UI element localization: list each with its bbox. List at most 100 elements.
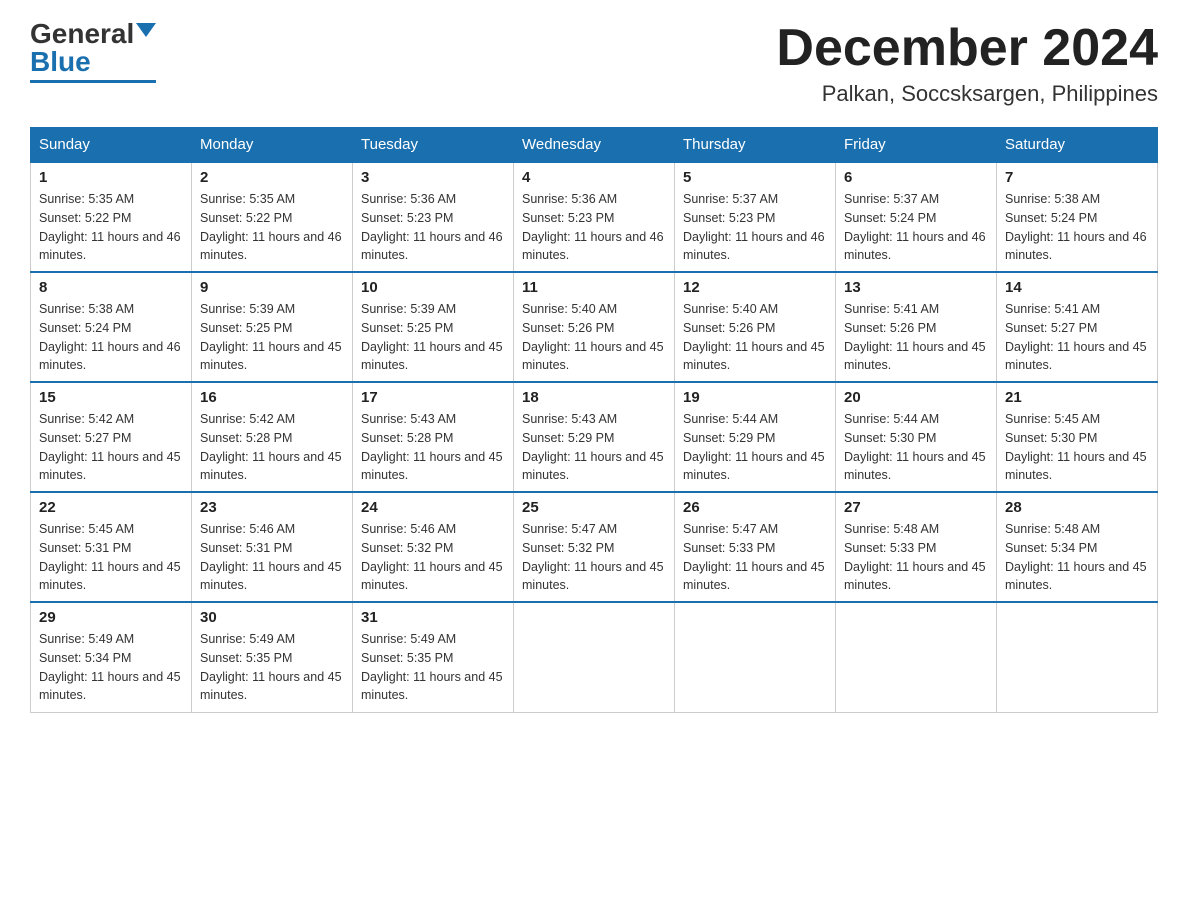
month-title: December 2024 (776, 20, 1158, 77)
week-row-1: 1 Sunrise: 5:35 AMSunset: 5:22 PMDaylight… (31, 162, 1158, 272)
calendar-cell: 6 Sunrise: 5:37 AMSunset: 5:24 PMDaylight… (836, 162, 997, 272)
calendar-cell: 21 Sunrise: 5:45 AMSunset: 5:30 PMDayligh… (997, 382, 1158, 492)
header-wednesday: Wednesday (514, 128, 675, 163)
header-sunday: Sunday (31, 128, 192, 163)
day-number: 23 (200, 499, 344, 516)
day-info: Sunrise: 5:42 AMSunset: 5:28 PMDaylight:… (200, 410, 344, 485)
day-number: 26 (683, 499, 827, 516)
calendar-cell (675, 602, 836, 712)
calendar-cell: 11Sunrise: 5:40 AMSunset: 5:26 PMDayligh… (514, 272, 675, 382)
calendar-cell: 9 Sunrise: 5:39 AMSunset: 5:25 PMDaylight… (192, 272, 353, 382)
logo-general-text: General (30, 20, 134, 48)
day-info: Sunrise: 5:38 AMSunset: 5:24 PMDaylight:… (39, 300, 183, 375)
calendar-cell: 12Sunrise: 5:40 AMSunset: 5:26 PMDayligh… (675, 272, 836, 382)
calendar-cell: 25Sunrise: 5:47 AMSunset: 5:32 PMDayligh… (514, 492, 675, 602)
logo-triangle-icon (136, 23, 156, 37)
calendar-cell: 18 Sunrise: 5:43 AMSunset: 5:29 PMDayligh… (514, 382, 675, 492)
day-info: Sunrise: 5:47 AMSunset: 5:32 PMDaylight:… (522, 520, 666, 595)
location-title: Palkan, Soccsksargen, Philippines (776, 81, 1158, 107)
calendar-cell: 17 Sunrise: 5:43 AMSunset: 5:28 PMDayligh… (353, 382, 514, 492)
day-number: 6 (844, 169, 988, 186)
day-number: 19 (683, 389, 827, 406)
calendar-cell: 20Sunrise: 5:44 AMSunset: 5:30 PMDayligh… (836, 382, 997, 492)
day-info: Sunrise: 5:36 AMSunset: 5:23 PMDaylight:… (522, 190, 666, 265)
calendar-cell: 24 Sunrise: 5:46 AMSunset: 5:32 PMDayligh… (353, 492, 514, 602)
day-number: 18 (522, 389, 666, 406)
day-info: Sunrise: 5:36 AMSunset: 5:23 PMDaylight:… (361, 190, 505, 265)
header-friday: Friday (836, 128, 997, 163)
day-number: 8 (39, 279, 183, 296)
day-info: Sunrise: 5:39 AMSunset: 5:25 PMDaylight:… (361, 300, 505, 375)
header-tuesday: Tuesday (353, 128, 514, 163)
calendar-cell: 16Sunrise: 5:42 AMSunset: 5:28 PMDayligh… (192, 382, 353, 492)
day-number: 10 (361, 279, 505, 296)
day-info: Sunrise: 5:45 AMSunset: 5:30 PMDaylight:… (1005, 410, 1149, 485)
calendar-cell: 14 Sunrise: 5:41 AMSunset: 5:27 PMDayligh… (997, 272, 1158, 382)
day-number: 9 (200, 279, 344, 296)
calendar-cell: 1 Sunrise: 5:35 AMSunset: 5:22 PMDaylight… (31, 162, 192, 272)
day-number: 1 (39, 169, 183, 186)
title-block: December 2024 Palkan, Soccsksargen, Phil… (776, 20, 1158, 107)
day-number: 15 (39, 389, 183, 406)
week-row-3: 15 Sunrise: 5:42 AMSunset: 5:27 PMDayligh… (31, 382, 1158, 492)
day-number: 30 (200, 609, 344, 626)
week-row-5: 29Sunrise: 5:49 AMSunset: 5:34 PMDayligh… (31, 602, 1158, 712)
calendar-cell: 7 Sunrise: 5:38 AMSunset: 5:24 PMDaylight… (997, 162, 1158, 272)
calendar-cell: 31Sunrise: 5:49 AMSunset: 5:35 PMDayligh… (353, 602, 514, 712)
calendar-cell: 30 Sunrise: 5:49 AMSunset: 5:35 PMDayligh… (192, 602, 353, 712)
calendar-cell: 23 Sunrise: 5:46 AMSunset: 5:31 PMDayligh… (192, 492, 353, 602)
day-number: 7 (1005, 169, 1149, 186)
day-number: 14 (1005, 279, 1149, 296)
day-info: Sunrise: 5:35 AMSunset: 5:22 PMDaylight:… (200, 190, 344, 265)
day-number: 20 (844, 389, 988, 406)
calendar-cell (836, 602, 997, 712)
day-info: Sunrise: 5:43 AMSunset: 5:28 PMDaylight:… (361, 410, 505, 485)
day-info: Sunrise: 5:45 AMSunset: 5:31 PMDaylight:… (39, 520, 183, 595)
day-info: Sunrise: 5:42 AMSunset: 5:27 PMDaylight:… (39, 410, 183, 485)
day-info: Sunrise: 5:40 AMSunset: 5:26 PMDaylight:… (522, 300, 666, 375)
calendar-cell: 10 Sunrise: 5:39 AMSunset: 5:25 PMDayligh… (353, 272, 514, 382)
logo: General Blue (30, 20, 156, 83)
header-monday: Monday (192, 128, 353, 163)
header-saturday: Saturday (997, 128, 1158, 163)
calendar-cell: 13Sunrise: 5:41 AMSunset: 5:26 PMDayligh… (836, 272, 997, 382)
calendar-cell: 8 Sunrise: 5:38 AMSunset: 5:24 PMDaylight… (31, 272, 192, 382)
calendar-cell: 22 Sunrise: 5:45 AMSunset: 5:31 PMDayligh… (31, 492, 192, 602)
logo-underline (30, 80, 156, 83)
calendar-table: SundayMondayTuesdayWednesdayThursdayFrid… (30, 127, 1158, 713)
day-number: 4 (522, 169, 666, 186)
calendar-cell: 3 Sunrise: 5:36 AMSunset: 5:23 PMDaylight… (353, 162, 514, 272)
day-info: Sunrise: 5:41 AMSunset: 5:27 PMDaylight:… (1005, 300, 1149, 375)
day-info: Sunrise: 5:46 AMSunset: 5:31 PMDaylight:… (200, 520, 344, 595)
day-number: 5 (683, 169, 827, 186)
day-info: Sunrise: 5:49 AMSunset: 5:35 PMDaylight:… (200, 630, 344, 705)
day-number: 22 (39, 499, 183, 516)
day-info: Sunrise: 5:35 AMSunset: 5:22 PMDaylight:… (39, 190, 183, 265)
calendar-cell: 29Sunrise: 5:49 AMSunset: 5:34 PMDayligh… (31, 602, 192, 712)
calendar-cell: 2 Sunrise: 5:35 AMSunset: 5:22 PMDaylight… (192, 162, 353, 272)
calendar-cell: 15 Sunrise: 5:42 AMSunset: 5:27 PMDayligh… (31, 382, 192, 492)
calendar-cell (997, 602, 1158, 712)
calendar-cell: 5Sunrise: 5:37 AMSunset: 5:23 PMDaylight… (675, 162, 836, 272)
page-header: General Blue December 2024 Palkan, Soccs… (30, 20, 1158, 107)
day-number: 2 (200, 169, 344, 186)
day-number: 24 (361, 499, 505, 516)
day-number: 17 (361, 389, 505, 406)
day-info: Sunrise: 5:47 AMSunset: 5:33 PMDaylight:… (683, 520, 827, 595)
header-thursday: Thursday (675, 128, 836, 163)
day-info: Sunrise: 5:39 AMSunset: 5:25 PMDaylight:… (200, 300, 344, 375)
logo-blue-text: Blue (30, 48, 91, 76)
day-info: Sunrise: 5:48 AMSunset: 5:34 PMDaylight:… (1005, 520, 1149, 595)
calendar-cell: 27Sunrise: 5:48 AMSunset: 5:33 PMDayligh… (836, 492, 997, 602)
day-number: 27 (844, 499, 988, 516)
day-info: Sunrise: 5:37 AMSunset: 5:24 PMDaylight:… (844, 190, 988, 265)
day-info: Sunrise: 5:38 AMSunset: 5:24 PMDaylight:… (1005, 190, 1149, 265)
day-info: Sunrise: 5:43 AMSunset: 5:29 PMDaylight:… (522, 410, 666, 485)
day-number: 13 (844, 279, 988, 296)
day-info: Sunrise: 5:46 AMSunset: 5:32 PMDaylight:… (361, 520, 505, 595)
day-number: 28 (1005, 499, 1149, 516)
day-number: 3 (361, 169, 505, 186)
day-number: 21 (1005, 389, 1149, 406)
calendar-cell: 28 Sunrise: 5:48 AMSunset: 5:34 PMDayligh… (997, 492, 1158, 602)
day-number: 29 (39, 609, 183, 626)
